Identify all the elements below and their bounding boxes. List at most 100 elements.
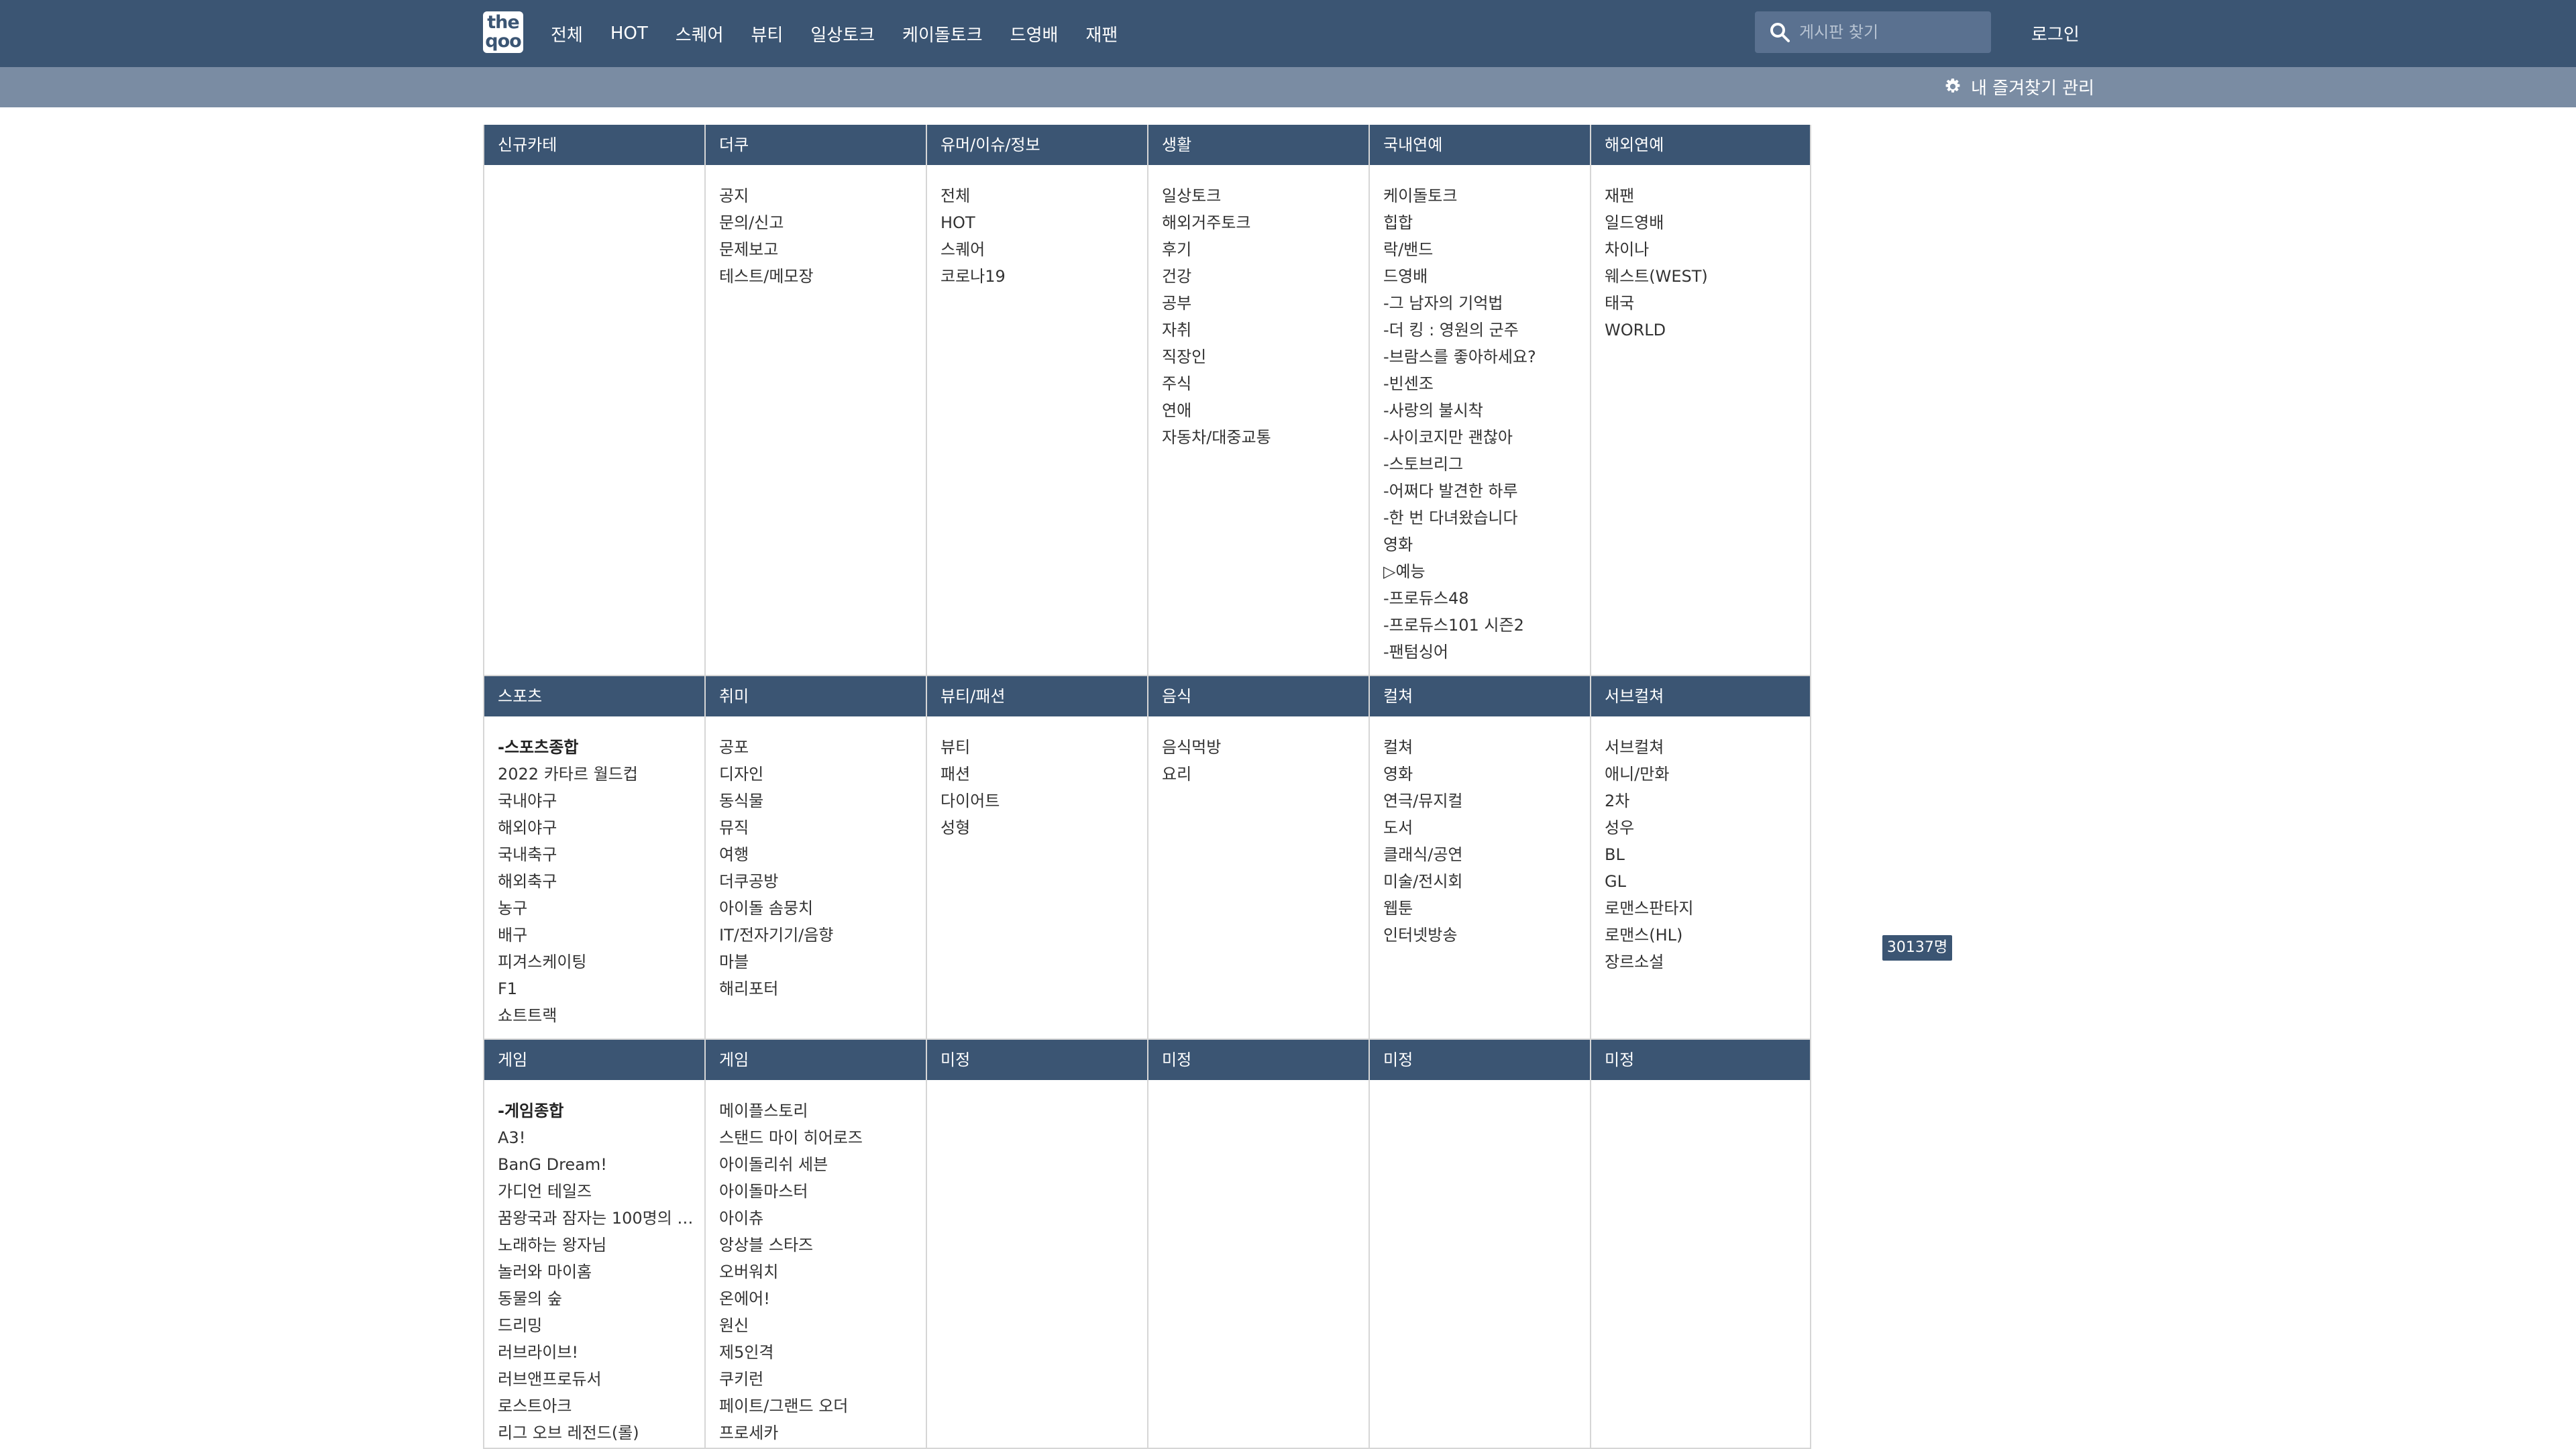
board-link[interactable]: 오버워치: [719, 1258, 926, 1285]
board-link[interactable]: 인터넷방송: [1383, 922, 1590, 949]
board-link[interactable]: 아이돌리쉬 세븐: [719, 1151, 926, 1178]
board-link[interactable]: 차이나: [1605, 236, 1810, 263]
board-link[interactable]: 해리포터: [719, 975, 926, 1002]
board-link[interactable]: 자동차/대중교통: [1162, 424, 1368, 451]
board-link[interactable]: 리그 오브 레전드(롤): [498, 1419, 704, 1446]
board-link[interactable]: 케이돌토크: [1383, 182, 1590, 209]
board-link[interactable]: 주식: [1162, 370, 1368, 397]
nav-item[interactable]: 스퀘어: [676, 21, 724, 46]
board-link[interactable]: 국내야구: [498, 788, 704, 814]
board-link[interactable]: 클래식/공연: [1383, 841, 1590, 868]
board-link[interactable]: 로맨스판타지: [1605, 895, 1810, 922]
board-search-box[interactable]: [1755, 11, 1991, 53]
board-link[interactable]: 음식먹방: [1162, 734, 1368, 761]
board-link[interactable]: 태국: [1605, 290, 1810, 317]
board-link[interactable]: 러브라이브!: [498, 1339, 704, 1366]
board-link[interactable]: 가디언 테일즈: [498, 1178, 704, 1205]
nav-item[interactable]: 드영배: [1010, 21, 1059, 46]
board-link[interactable]: 서브컬쳐: [1605, 734, 1810, 761]
board-link[interactable]: 일드영배: [1605, 209, 1810, 236]
board-link[interactable]: 문제보고: [719, 236, 926, 263]
board-link[interactable]: 코로나19: [941, 263, 1147, 290]
board-link[interactable]: 드리밍: [498, 1312, 704, 1339]
board-link[interactable]: 디자인: [719, 761, 926, 788]
board-link[interactable]: ▷예능: [1383, 558, 1590, 585]
nav-item[interactable]: 일상토크: [810, 21, 875, 46]
board-link[interactable]: 연애: [1162, 397, 1368, 424]
board-link[interactable]: 후기: [1162, 236, 1368, 263]
board-link[interactable]: 패션: [941, 761, 1147, 788]
board-link[interactable]: 자취: [1162, 317, 1368, 343]
board-link[interactable]: -스포츠종합: [498, 734, 704, 761]
board-link[interactable]: -스토브리그: [1383, 451, 1590, 478]
board-link[interactable]: 문의/신고: [719, 209, 926, 236]
board-link[interactable]: 성형: [941, 814, 1147, 841]
board-link[interactable]: 재팬: [1605, 182, 1810, 209]
board-link[interactable]: 컬쳐: [1383, 734, 1590, 761]
board-link[interactable]: 뷰티: [941, 734, 1147, 761]
board-link[interactable]: 웨스트(WEST): [1605, 263, 1810, 290]
board-link[interactable]: 아이돌마스터: [719, 1178, 926, 1205]
board-link[interactable]: 일상토크: [1162, 182, 1368, 209]
login-link[interactable]: 로그인: [2031, 21, 2080, 46]
board-link[interactable]: 동물의 숲: [498, 1285, 704, 1312]
board-link[interactable]: 테스트/메모장: [719, 263, 926, 290]
board-link[interactable]: -더 킹 : 영원의 군주: [1383, 317, 1590, 343]
board-link[interactable]: 여행: [719, 841, 926, 868]
board-link[interactable]: 배구: [498, 922, 704, 949]
board-link[interactable]: IT/전자기기/음향: [719, 922, 926, 949]
board-link[interactable]: 해외야구: [498, 814, 704, 841]
board-link[interactable]: 꿈왕국과 잠자는 100명의 왕자님: [498, 1205, 704, 1232]
board-link[interactable]: -프로듀스101 시즌2: [1383, 612, 1590, 639]
board-link[interactable]: 뮤직: [719, 814, 926, 841]
board-link[interactable]: 2022 카타르 월드컵: [498, 761, 704, 788]
board-link[interactable]: 스탠드 마이 히어로즈: [719, 1124, 926, 1151]
board-link[interactable]: 웹툰: [1383, 895, 1590, 922]
board-link[interactable]: 더쿠공방: [719, 868, 926, 895]
board-link[interactable]: 앙상블 스타즈: [719, 1232, 926, 1258]
nav-item[interactable]: 전체: [551, 21, 583, 46]
board-link[interactable]: HOT: [941, 209, 1147, 236]
board-link[interactable]: 성우: [1605, 814, 1810, 841]
board-link[interactable]: 영화: [1383, 761, 1590, 788]
nav-item[interactable]: HOT: [610, 23, 648, 44]
board-link[interactable]: -사이코지만 괜찮아: [1383, 424, 1590, 451]
board-link[interactable]: 애니/만화: [1605, 761, 1810, 788]
board-link[interactable]: 온에어!: [719, 1285, 926, 1312]
board-link[interactable]: 피겨스케이팅: [498, 949, 704, 975]
board-link[interactable]: 요리: [1162, 761, 1368, 788]
board-link[interactable]: 장르소설: [1605, 949, 1810, 975]
board-link[interactable]: 원신: [719, 1312, 926, 1339]
board-link[interactable]: 직장인: [1162, 343, 1368, 370]
board-link[interactable]: 공지: [719, 182, 926, 209]
board-link[interactable]: -빈센조: [1383, 370, 1590, 397]
board-link[interactable]: 국내축구: [498, 841, 704, 868]
board-link[interactable]: 공포: [719, 734, 926, 761]
board-link[interactable]: 놀러와 마이홈: [498, 1258, 704, 1285]
board-link[interactable]: GL: [1605, 868, 1810, 895]
board-link[interactable]: WORLD: [1605, 317, 1810, 343]
board-link[interactable]: -어쩌다 발견한 하루: [1383, 478, 1590, 504]
board-link[interactable]: 노래하는 왕자님: [498, 1232, 704, 1258]
nav-item[interactable]: 재팬: [1085, 21, 1118, 46]
board-link[interactable]: 미술/전시회: [1383, 868, 1590, 895]
board-link[interactable]: -게임종합: [498, 1097, 704, 1124]
board-link[interactable]: -그 남자의 기억법: [1383, 290, 1590, 317]
board-link[interactable]: 페이트/그랜드 오더: [719, 1393, 926, 1419]
nav-item[interactable]: 뷰티: [751, 21, 784, 46]
board-link[interactable]: F1: [498, 975, 704, 1002]
board-link[interactable]: 다이어트: [941, 788, 1147, 814]
board-link[interactable]: 공부: [1162, 290, 1368, 317]
board-link[interactable]: -프로듀스48: [1383, 585, 1590, 612]
board-link[interactable]: 해외거주토크: [1162, 209, 1368, 236]
board-link[interactable]: 스퀘어: [941, 236, 1147, 263]
board-link[interactable]: 아이돌 솜뭉치: [719, 895, 926, 922]
board-link[interactable]: 쇼트트랙: [498, 1002, 704, 1029]
board-search-input[interactable]: [1799, 11, 1980, 53]
board-link[interactable]: 제5인격: [719, 1339, 926, 1366]
site-logo[interactable]: the qoo: [483, 11, 523, 53]
board-link[interactable]: 2차: [1605, 788, 1810, 814]
board-link[interactable]: 쿠키런: [719, 1366, 926, 1393]
board-link[interactable]: 락/밴드: [1383, 236, 1590, 263]
board-link[interactable]: 로맨스(HL): [1605, 922, 1810, 949]
